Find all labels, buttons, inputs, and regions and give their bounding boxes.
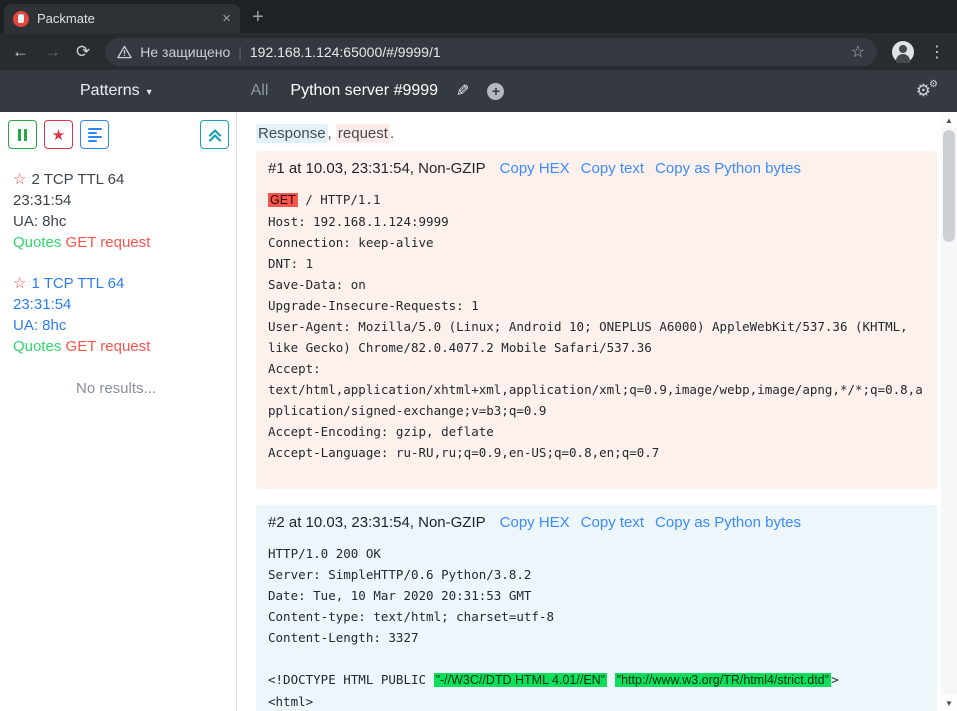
packet-title: #2 at 10.03, 23:31:54, Non-GZIP: [268, 514, 486, 531]
copy-hex-link[interactable]: Copy HEX: [500, 160, 570, 177]
packet-title: #1 at 10.03, 23:31:54, Non-GZIP: [268, 160, 486, 177]
settings-gears-icon[interactable]: ⚙: [916, 81, 931, 101]
stream-time: 23:31:54: [13, 294, 236, 315]
tab-all[interactable]: All: [251, 82, 269, 100]
legend-response: Response: [256, 124, 328, 143]
sidebar-toolbar: ★: [8, 120, 236, 149]
sidebar: ★ ☆ 2 TCP TTL 64 23:31:54 UA: 8hc Quotes …: [0, 112, 237, 711]
copy-text-link[interactable]: Copy text: [581, 160, 644, 177]
packet-header: #2 at 10.03, 23:31:54, Non-GZIP Copy HEX…: [268, 514, 925, 531]
packmate-favicon-icon: [13, 11, 29, 27]
packet-block-request: #1 at 10.03, 23:31:54, Non-GZIP Copy HEX…: [256, 151, 937, 489]
copy-text-link[interactable]: Copy text: [581, 514, 644, 531]
stream-list-item[interactable]: ☆ 2 TCP TTL 64 23:31:54 UA: 8hc Quotes GE…: [8, 169, 236, 253]
star-outline-icon[interactable]: ☆: [13, 275, 26, 292]
pattern-tag-quotes: Quotes: [13, 234, 61, 251]
stream-list-item-selected[interactable]: ☆ 1 TCP TTL 64 23:31:54 UA: 8hc Quotes GE…: [8, 273, 236, 357]
pattern-tag-get-request: GET request: [66, 234, 151, 251]
stream-detail-panel: Response, request. #1 at 10.03, 23:31:54…: [237, 112, 941, 711]
app-navbar: Patterns ▾ All Python server #9999 ✎ + ⚙: [0, 70, 957, 112]
url-text[interactable]: 192.168.1.124:65000/#/9999/1: [250, 44, 843, 60]
stream-title-row: ☆ 1 TCP TTL 64: [13, 273, 236, 294]
packet-block-response: #2 at 10.03, 23:31:54, Non-GZIP Copy HEX…: [256, 505, 937, 711]
copy-python-bytes-link[interactable]: Copy as Python bytes: [655, 514, 801, 531]
browser-tab-strip: Packmate × +: [0, 0, 957, 33]
main-scrollbar[interactable]: ▲ ▼: [941, 112, 957, 711]
favorites-filter-button[interactable]: ★: [44, 120, 73, 149]
browser-tab[interactable]: Packmate ×: [4, 4, 240, 33]
pause-icon: [18, 129, 27, 141]
url-separator: |: [238, 44, 242, 60]
stream-title-row: ☆ 2 TCP TTL 64: [13, 169, 236, 190]
legend-separator: ,: [328, 125, 336, 142]
content-area: ★ ☆ 2 TCP TTL 64 23:31:54 UA: 8hc Quotes …: [0, 112, 957, 711]
legend-period: .: [390, 125, 394, 142]
packet-header: #1 at 10.03, 23:31:54, Non-GZIP Copy HEX…: [268, 160, 925, 177]
url-bar[interactable]: Не защищено | 192.168.1.124:65000/#/9999…: [105, 38, 877, 66]
stream-user-agent: UA: 8hc: [13, 315, 236, 336]
packet-payload: GET / HTTP/1.1Host: 192.168.1.124:9999Co…: [268, 189, 925, 463]
security-label: Не защищено: [140, 44, 230, 60]
scroll-up-icon[interactable]: ▲: [941, 112, 957, 128]
pause-button[interactable]: [8, 120, 37, 149]
browser-menu-icon[interactable]: ⋮: [929, 42, 945, 62]
copy-hex-link[interactable]: Copy HEX: [500, 514, 570, 531]
star-filled-icon: ★: [52, 126, 65, 144]
star-outline-icon[interactable]: ☆: [13, 171, 26, 188]
copy-python-bytes-link[interactable]: Copy as Python bytes: [655, 160, 801, 177]
chevrons-up-icon: [208, 128, 222, 142]
align-left-icon: [88, 128, 102, 142]
stream-user-agent: UA: 8hc: [13, 211, 236, 232]
stream-time: 23:31:54: [13, 190, 236, 211]
tab-title: Packmate: [37, 11, 214, 26]
stream-title: 1 TCP TTL 64: [31, 275, 124, 292]
no-results-text: No results...: [8, 380, 236, 397]
pattern-tag-quotes: Quotes: [13, 338, 61, 355]
stream-tags: Quotes GET request: [13, 336, 236, 357]
scrollbar-thumb[interactable]: [943, 130, 955, 242]
edit-pattern-icon[interactable]: ✎: [456, 81, 469, 101]
forward-icon[interactable]: →: [44, 43, 61, 60]
new-tab-button[interactable]: +: [252, 7, 264, 27]
scroll-down-icon[interactable]: ▼: [941, 695, 957, 711]
patterns-label: Patterns: [80, 82, 140, 100]
bookmark-star-icon[interactable]: ☆: [851, 42, 865, 62]
stream-tags: Quotes GET request: [13, 232, 236, 253]
add-pattern-icon[interactable]: +: [487, 83, 504, 100]
patterns-dropdown[interactable]: Patterns ▾: [80, 82, 152, 100]
caret-down-icon: ▾: [147, 87, 152, 98]
profile-avatar[interactable]: [892, 41, 914, 63]
packet-payload: HTTP/1.0 200 OKServer: SimpleHTTP/0.6 Py…: [268, 543, 925, 711]
stream-title: 2 TCP TTL 64: [31, 171, 124, 188]
packet-legend: Response, request.: [256, 125, 937, 142]
tab-active-pattern[interactable]: Python server #9999: [290, 82, 438, 100]
reload-icon[interactable]: ⟳: [76, 43, 90, 60]
browser-toolbar: ← → ⟳ Не защищено | 192.168.1.124:65000/…: [0, 33, 957, 70]
back-icon[interactable]: ←: [12, 43, 29, 60]
not-secure-warning-icon: [117, 45, 132, 59]
tab-close-icon[interactable]: ×: [222, 11, 231, 26]
filter-button[interactable]: [80, 120, 109, 149]
collapse-sidebar-button[interactable]: [200, 120, 229, 149]
legend-request: request: [336, 124, 390, 143]
pattern-tag-get-request: GET request: [66, 338, 151, 355]
